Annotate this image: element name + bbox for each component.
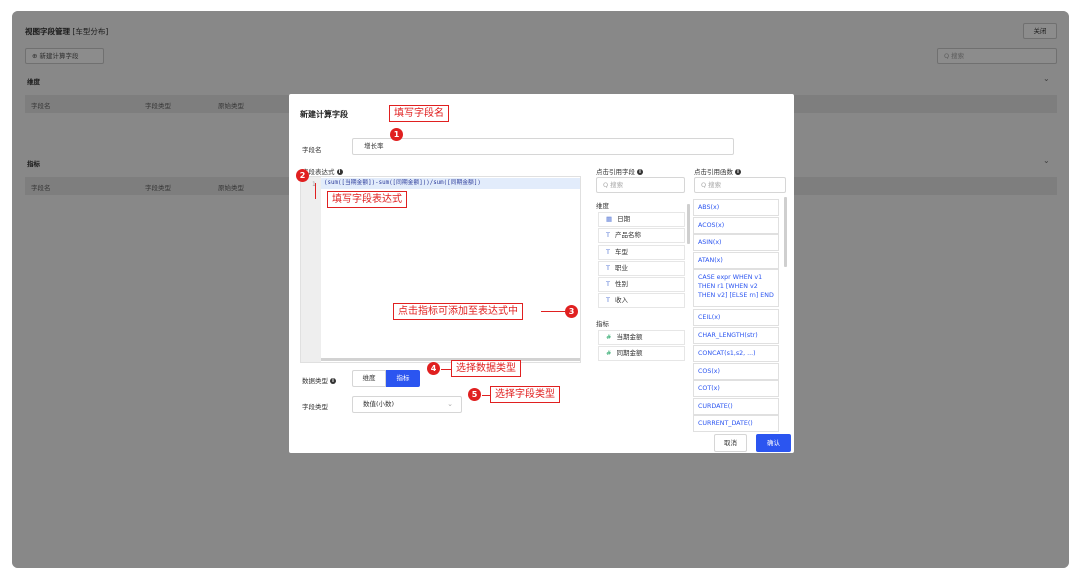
field-item-label: 同期金额 <box>616 349 643 357</box>
field-type-value: 数值(小数) <box>363 400 395 408</box>
field-name-label: 字段名 <box>302 146 322 154</box>
field-item-label: 职业 <box>614 264 628 272</box>
field-type-select[interactable]: 数值(小数) ⌄ <box>352 396 462 413</box>
function-item[interactable]: CHAR_LENGTH(str) <box>693 327 779 344</box>
annotation-callout-3: 点击指标可添加至表达式中 <box>393 303 523 320</box>
info-icon: i <box>735 169 741 175</box>
annotation-badge-1: 1 <box>390 128 403 141</box>
function-item[interactable]: ATAN(x) <box>693 252 779 269</box>
text-type-icon: T <box>606 248 610 256</box>
fields-header: 点击引用字段 i <box>596 166 643 176</box>
annotation-leader-line <box>482 395 490 396</box>
function-item[interactable]: CURRENT_DATE() <box>693 415 779 432</box>
field-item-prior-amount[interactable]: # 同期金额 <box>598 346 685 361</box>
annotation-callout-5: 选择字段类型 <box>490 386 560 403</box>
field-item-label: 产品名称 <box>614 231 641 239</box>
field-type-label: 字段类型 <box>302 403 328 411</box>
functions-scrollbar[interactable] <box>784 197 787 267</box>
function-item[interactable]: ABS(x) <box>693 199 779 216</box>
function-item[interactable]: CEIL(x) <box>693 309 779 326</box>
function-item[interactable]: ASIN(x) <box>693 234 779 251</box>
function-item[interactable]: COT(x) <box>693 380 779 397</box>
info-icon: i <box>330 378 336 384</box>
function-item[interactable]: CONCAT(s1,s2, ...) <box>693 345 779 362</box>
number-type-icon: # <box>606 333 612 341</box>
confirm-button[interactable]: 确认 <box>756 434 791 452</box>
fields-scrollbar[interactable] <box>687 204 690 244</box>
text-type-icon: T <box>606 280 610 288</box>
field-item-product[interactable]: T 产品名称 <box>598 228 685 243</box>
field-search-input[interactable]: Q 搜索 <box>596 177 685 193</box>
cancel-button[interactable]: 取消 <box>714 434 747 452</box>
annotation-badge-4: 4 <box>427 362 440 375</box>
annotation-leader-line <box>315 183 316 199</box>
field-item-label: 收入 <box>614 296 628 304</box>
metric-group-label: 指标 <box>596 320 609 328</box>
text-type-icon: T <box>606 296 610 304</box>
annotation-badge-5: 5 <box>468 388 481 401</box>
field-item-occupation[interactable]: T 职业 <box>598 261 685 276</box>
data-type-dimension-option[interactable]: 维度 <box>352 370 386 387</box>
info-icon: i <box>637 169 643 175</box>
text-type-icon: T <box>606 231 610 239</box>
function-item[interactable]: ACOS(x) <box>693 217 779 234</box>
function-search-input[interactable]: Q 搜索 <box>694 177 786 193</box>
dimension-group-label: 维度 <box>596 202 609 210</box>
field-item-car-model[interactable]: T 车型 <box>598 245 685 260</box>
annotation-leader-line <box>441 369 451 370</box>
function-item[interactable]: CASE expr WHEN v1 THEN r1 [WHEN v2 THEN … <box>693 269 779 307</box>
function-item[interactable]: CURDATE() <box>693 398 779 415</box>
annotation-badge-2: 2 <box>296 169 309 182</box>
annotation-callout-4: 选择数据类型 <box>451 360 521 377</box>
annotation-badge-3: 3 <box>565 305 578 318</box>
field-item-label: 日期 <box>617 215 631 223</box>
field-item-label: 当期金额 <box>616 333 643 341</box>
data-type-label: 数据类型 i <box>302 375 336 385</box>
annotation-callout-1: 填写字段名 <box>389 105 449 122</box>
functions-header: 点击引用函数 i <box>694 166 741 176</box>
data-type-toggle: 维度 指标 <box>352 370 420 387</box>
field-item-income[interactable]: T 收入 <box>598 293 685 308</box>
number-type-icon: # <box>606 349 612 357</box>
expression-code-line[interactable]: (sum([当期金额])-sum([同期金额]))/sum([同期金额]) <box>321 178 580 189</box>
field-item-current-amount[interactable]: # 当期金额 <box>598 330 685 345</box>
function-item[interactable]: COS(x) <box>693 363 779 380</box>
annotation-leader-line <box>541 311 565 312</box>
annotation-callout-2: 填写字段表达式 <box>327 191 407 208</box>
field-name-input[interactable]: 增长率 <box>352 138 734 155</box>
text-type-icon: T <box>606 264 610 272</box>
field-item-gender[interactable]: T 性别 <box>598 277 685 292</box>
line-gutter <box>301 177 321 362</box>
app-window: 视图字段管理 [车型分布] 关闭 ⊕ 新建计算字段 Q 搜索 维度 ⌄ 字段名 … <box>12 11 1069 568</box>
info-icon: i <box>336 169 343 175</box>
field-item-label: 车型 <box>614 248 628 256</box>
field-item-label: 性别 <box>614 280 628 288</box>
data-type-metric-option[interactable]: 指标 <box>386 370 420 387</box>
calendar-icon: ▦ <box>606 215 613 223</box>
field-item-date[interactable]: ▦ 日期 <box>598 212 685 227</box>
chevron-down-icon: ⌄ <box>447 400 453 408</box>
dialog-title: 新建计算字段 <box>300 110 348 119</box>
